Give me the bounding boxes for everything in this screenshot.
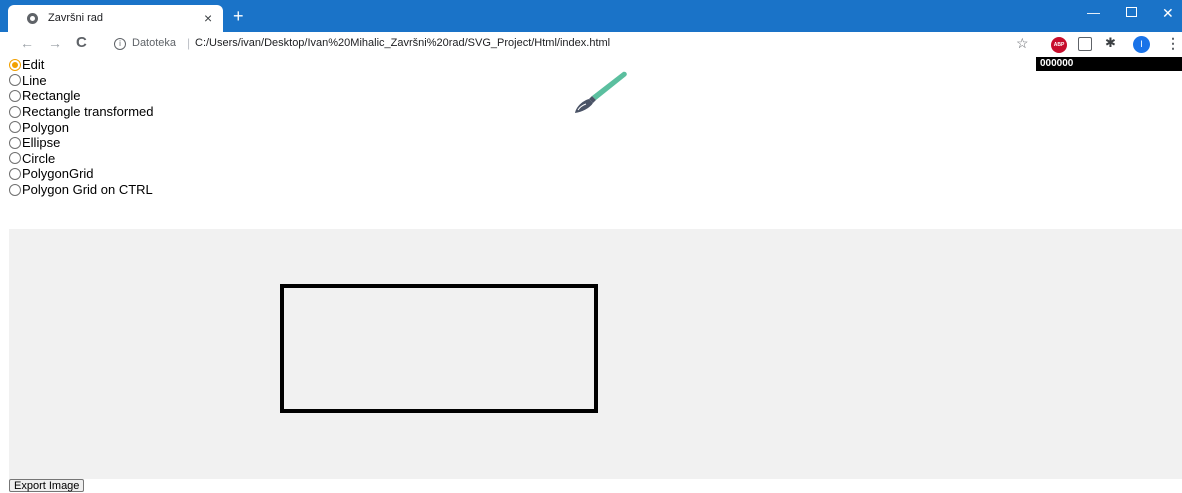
bookmark-star-icon[interactable]: ☆ (1016, 35, 1029, 52)
mode-option-circle[interactable]: Circle (9, 151, 154, 167)
info-icon[interactable]: i (114, 38, 126, 50)
url-separator: | (187, 36, 191, 50)
paintbrush-icon (575, 71, 627, 113)
mode-label: Edit (22, 57, 45, 73)
mode-option-ellipse[interactable]: Ellipse (9, 135, 154, 151)
radio-button[interactable] (9, 89, 21, 102)
mode-label: Circle (22, 150, 56, 166)
radio-button[interactable] (9, 105, 21, 118)
mode-option-rectangle[interactable]: Rectangle (9, 88, 154, 104)
url-field[interactable]: C:/Users/ivan/Desktop/Ivan%20Mihalic_Zav… (195, 37, 610, 49)
radio-button[interactable] (9, 58, 21, 71)
puzzle-icon[interactable]: ✱ (1105, 35, 1116, 51)
tab-title: Završni rad (48, 12, 104, 24)
radio-button[interactable] (9, 136, 21, 149)
mode-option-line[interactable]: Line (9, 73, 154, 89)
mode-option-polygon-grid-ctrl[interactable]: Polygon Grid on CTRL (9, 182, 154, 198)
mode-option-polygon-grid[interactable]: PolygonGrid (9, 166, 154, 182)
radio-button[interactable] (9, 121, 21, 134)
radio-button[interactable] (9, 183, 21, 196)
mode-label: Polygon (22, 119, 69, 135)
mode-radio-group: Edit Line Rectangle Rectangle transforme… (9, 57, 154, 197)
profile-avatar[interactable]: I (1133, 36, 1150, 53)
adblock-icon[interactable]: ABP (1051, 37, 1067, 53)
mode-label: Line (22, 72, 47, 88)
plus-icon[interactable]: + (233, 5, 244, 27)
radio-button[interactable] (9, 152, 21, 165)
rectangle-shape[interactable] (280, 284, 598, 413)
address-bar: ← → C i Datoteka | C:/Users/ivan/Desktop… (0, 32, 1182, 56)
back-icon[interactable]: ← (20, 35, 34, 51)
radio-button[interactable] (9, 74, 21, 87)
minimize-icon[interactable]: — (1087, 5, 1100, 20)
color-input[interactable] (1036, 57, 1182, 71)
mode-label: Polygon Grid on CTRL (22, 182, 153, 198)
mode-label: Ellipse (22, 135, 61, 151)
site-label: Datoteka (132, 37, 177, 49)
mode-label: Rectangle transformed (22, 104, 154, 120)
close-window-icon[interactable]: ✕ (1162, 5, 1174, 22)
forward-icon[interactable]: → (48, 35, 62, 51)
mode-label: Rectangle (22, 88, 81, 104)
restore-icon[interactable] (1126, 7, 1137, 17)
browser-tab[interactable]: Završni rad × (8, 5, 223, 32)
browser-titlebar: Završni rad × + — ✕ (0, 0, 1182, 32)
drawing-canvas[interactable] (9, 229, 1182, 479)
menu-icon[interactable]: ⋮ (1166, 35, 1180, 52)
globe-icon (27, 13, 38, 24)
reload-icon[interactable]: C (76, 34, 87, 51)
radio-button[interactable] (9, 167, 21, 180)
mode-label: PolygonGrid (22, 166, 94, 182)
export-image-button[interactable]: Export Image (9, 479, 85, 492)
close-icon[interactable]: × (204, 9, 212, 27)
mode-option-polygon[interactable]: Polygon (9, 119, 154, 135)
mode-option-edit[interactable]: Edit (9, 57, 154, 73)
mode-option-rectangle-transformed[interactable]: Rectangle transformed (9, 104, 154, 120)
extension-icon[interactable] (1078, 37, 1092, 51)
